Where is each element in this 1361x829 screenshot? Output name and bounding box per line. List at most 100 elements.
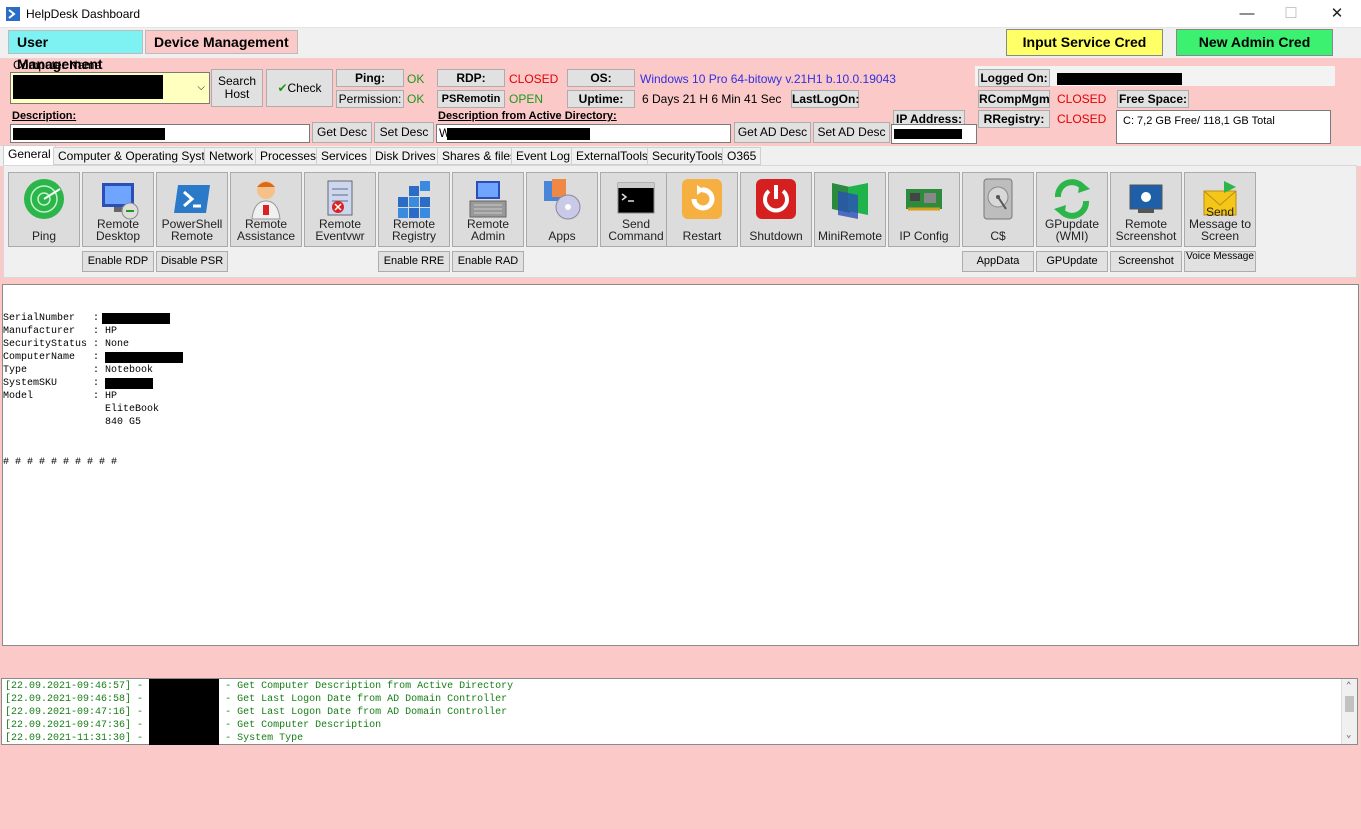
assistance-person-icon bbox=[251, 181, 281, 220]
log-time: [22.09.2021-09:47:16] bbox=[5, 707, 132, 718]
tab-general[interactable]: General bbox=[3, 145, 56, 166]
minimize-button[interactable]: — bbox=[1224, 0, 1270, 28]
tab-network[interactable]: Network bbox=[204, 147, 259, 165]
output-key: Type bbox=[3, 365, 28, 376]
miniremote-tool-button[interactable]: MiniRemote bbox=[814, 172, 886, 247]
enable-rre-button[interactable]: Enable RRE bbox=[378, 251, 450, 272]
tab-disk-drives[interactable]: Disk Drives bbox=[370, 147, 441, 165]
os-label: OS: bbox=[567, 69, 635, 87]
search-host-button[interactable]: Search Host bbox=[211, 69, 263, 107]
send-command-tool-button[interactable]: Send Command bbox=[600, 172, 672, 247]
output-key: Model bbox=[3, 391, 34, 402]
remote-registry-tool-button[interactable]: Remote Registry bbox=[378, 172, 450, 247]
redacted-serial bbox=[102, 313, 170, 324]
apps-icon bbox=[544, 179, 581, 220]
ping-tool-button[interactable]: Ping bbox=[8, 172, 80, 247]
log-message: - Get Last Logon Date from AD Domain Con… bbox=[225, 694, 508, 705]
output-key: ComputerName bbox=[3, 352, 76, 363]
c-share-tool-button[interactable]: C$ bbox=[962, 172, 1034, 247]
gpupdate-button[interactable]: GPUpdate bbox=[1036, 251, 1108, 272]
set-ad-desc-button[interactable]: Set AD Desc bbox=[813, 122, 890, 143]
log-list[interactable]: [22.09.2021-09:46:57] - - Get Computer D… bbox=[1, 678, 1358, 745]
apps-tool-button[interactable]: Apps bbox=[526, 172, 598, 247]
ad-description-field[interactable]: W bbox=[436, 124, 731, 143]
scroll-down-icon[interactable]: ⌄ bbox=[1346, 729, 1351, 742]
psremoting-status: OPEN bbox=[509, 92, 544, 106]
maximize-button[interactable]: ☐ bbox=[1268, 0, 1314, 28]
output-value: Notebook bbox=[105, 365, 154, 376]
description-label: Description: bbox=[12, 110, 77, 122]
tab-processes[interactable]: Processes bbox=[255, 147, 322, 165]
permission-label: Permission: bbox=[336, 90, 404, 108]
tool-label: IP Config bbox=[899, 229, 949, 243]
scroll-thumb[interactable] bbox=[1345, 696, 1354, 712]
tab-device-management[interactable]: Device Management bbox=[145, 30, 298, 54]
log-scrollbar[interactable]: ⌃ ⌄ bbox=[1341, 679, 1357, 744]
tab-o365[interactable]: O365 bbox=[722, 147, 762, 165]
hard-drive-icon bbox=[983, 178, 1013, 220]
shutdown-tool-button[interactable]: Shutdown bbox=[740, 172, 812, 247]
ping-label: Ping: bbox=[336, 69, 404, 87]
enable-rad-button[interactable]: Enable RAD bbox=[452, 251, 524, 272]
disable-psr-button[interactable]: Disable PSR bbox=[156, 251, 228, 272]
redacted-description bbox=[13, 128, 165, 140]
cmd-icon bbox=[617, 182, 655, 214]
powershell-tool-button[interactable]: PowerShell Remote bbox=[156, 172, 228, 247]
chevron-down-icon[interactable]: ⌵ bbox=[197, 82, 205, 93]
remote-eventvwr-tool-button[interactable]: Remote Eventvwr bbox=[304, 172, 376, 247]
voice-message-button[interactable]: Voice Message bbox=[1184, 251, 1256, 272]
remote-desktop-tool-button[interactable]: Remote Desktop bbox=[82, 172, 154, 247]
enable-rdp-button[interactable]: Enable RDP bbox=[82, 251, 154, 272]
output-key: SystemSKU bbox=[3, 378, 58, 389]
eventvwr-icon bbox=[327, 180, 353, 216]
remote-screenshot-tool-button[interactable]: Remote Screenshot bbox=[1110, 172, 1182, 247]
remote-admin-tool-button[interactable]: Remote Admin bbox=[452, 172, 524, 247]
ipconfig-tool-button[interactable]: IP Config bbox=[888, 172, 960, 247]
gpupdate-wmi-tool-button[interactable]: GPupdate (WMI) bbox=[1036, 172, 1108, 247]
screenshot-button[interactable]: Screenshot bbox=[1110, 251, 1182, 272]
remote-assistance-tool-button[interactable]: Remote Assistance bbox=[230, 172, 302, 247]
tool-label: Shutdown bbox=[749, 229, 803, 243]
tool-label: Remote Eventvwr bbox=[315, 217, 365, 243]
computer-name-combo[interactable]: ⌵ bbox=[10, 72, 210, 104]
description-field[interactable] bbox=[10, 124, 310, 143]
set-desc-button[interactable]: Set Desc bbox=[374, 122, 434, 143]
radar-icon bbox=[24, 179, 64, 219]
tab-user-management[interactable]: User Management bbox=[8, 30, 143, 72]
ip-address-field[interactable] bbox=[891, 124, 977, 144]
send-message-tool-button[interactable]: Send Message to Screen bbox=[1184, 172, 1256, 247]
lastlogon-button[interactable]: LastLogOn: bbox=[791, 90, 859, 108]
restart-tool-button[interactable]: Restart bbox=[666, 172, 738, 247]
tab-shares-files[interactable]: Shares & files bbox=[437, 147, 522, 165]
log-message: - Get Last Logon Date from AD Domain Con… bbox=[225, 707, 508, 718]
close-button[interactable]: ✕ bbox=[1314, 0, 1360, 28]
tab-event-log[interactable]: Event Log bbox=[511, 147, 576, 165]
psremoting-label: PSRemotin bbox=[437, 90, 505, 108]
log-line: [22.09.2021-09:46:58] - - Get Last Logon… bbox=[5, 694, 508, 705]
camera-icon bbox=[1129, 184, 1163, 213]
tab-external-tools[interactable]: ExternalTools bbox=[571, 147, 654, 165]
check-button[interactable]: ✔Check bbox=[266, 69, 333, 107]
tab-services[interactable]: Services bbox=[316, 147, 373, 165]
ad-description-label: Description from Active Directory: bbox=[438, 110, 617, 122]
os-value: Windows 10 Pro 64-bitowy v.21H1 b.10.0.1… bbox=[640, 72, 896, 86]
output-text-area[interactable]: SerialNumber: Manufacturer: HP SecuritySt… bbox=[2, 284, 1359, 646]
scroll-up-icon[interactable]: ⌃ bbox=[1346, 680, 1351, 693]
log-message: - Get Computer Description from Active D… bbox=[225, 681, 514, 692]
check-icon: ✔ bbox=[277, 81, 288, 95]
tab-security-tools[interactable]: SecurityTools bbox=[647, 147, 729, 165]
log-message: - Get Computer Description bbox=[225, 720, 382, 731]
gpupdate-icon bbox=[1054, 179, 1090, 219]
tool-label: Ping bbox=[31, 229, 57, 243]
get-desc-button[interactable]: Get Desc bbox=[312, 122, 372, 143]
tool-label: C$ bbox=[990, 229, 1006, 243]
get-ad-desc-button[interactable]: Get AD Desc bbox=[734, 122, 811, 143]
rcompmgm-status: CLOSED bbox=[1057, 92, 1107, 106]
appdata-button[interactable]: AppData bbox=[962, 251, 1034, 272]
input-service-cred-button[interactable]: Input Service Cred bbox=[1006, 29, 1163, 56]
tool-label: Restart bbox=[682, 229, 722, 243]
tab-computer-os[interactable]: Computer & Operating System bbox=[53, 147, 227, 165]
title-bar: HelpDesk Dashboard — ☐ ✕ bbox=[0, 0, 1361, 28]
new-admin-cred-button[interactable]: New Admin Cred bbox=[1176, 29, 1333, 56]
output-key: Manufacturer bbox=[3, 326, 76, 337]
